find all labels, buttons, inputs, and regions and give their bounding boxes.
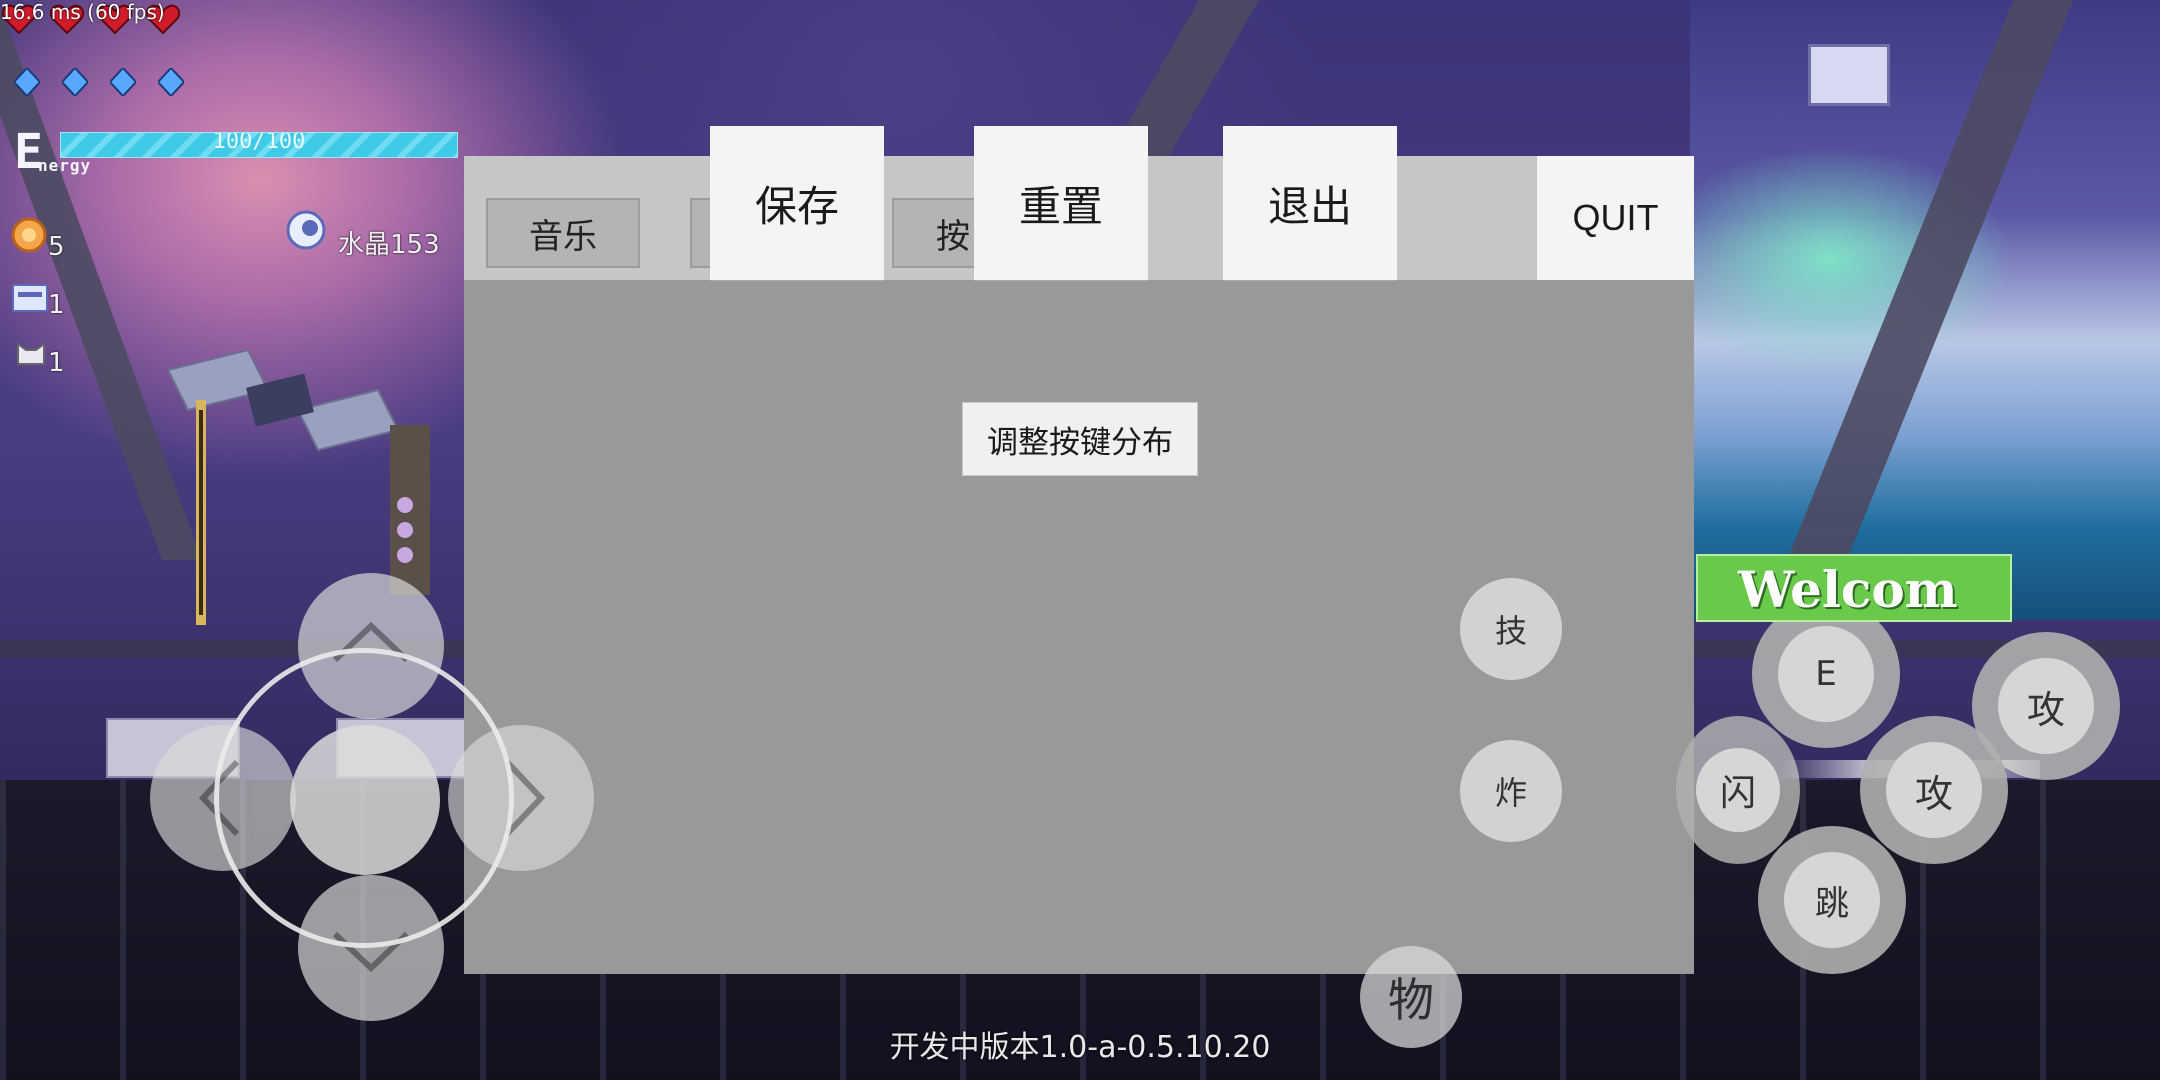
attack-secondary-label: 攻 [2026,687,2065,732]
attack-label: 攻 [1914,771,1953,816]
save-button[interactable]: 保存 [710,126,884,280]
version-label: 开发中版本1.0-a-0.5.10.20 [889,1030,1271,1065]
skill-button-label: 技 [1494,612,1527,650]
energy-label-word: nergy [38,156,92,175]
golden-sword-icon [196,400,206,625]
gold-coin-icon [11,217,47,253]
crystal-count: 水晶153 [338,230,440,260]
game-screen: 16.6 ms (60 fps) E nergy 100/100 5 水晶153… [0,0,2160,1080]
exit-button[interactable]: 退出 [1223,126,1397,280]
chip-count: 1 [48,290,65,320]
cannon-weapon-icon [390,425,430,595]
energy-value: 100/100 [212,132,306,154]
e-button-label: E [1815,654,1837,694]
jump-label: 跳 [1815,883,1849,924]
fps-counter: 16.6 ms (60 fps) [0,0,165,24]
welcome-sign: Welcom [1696,554,2012,622]
shield-icon [14,68,40,96]
energy-bar: 100/100 [60,132,458,158]
e-button-core: E [1778,626,1874,722]
reset-button[interactable]: 重置 [974,126,1148,280]
attack-button[interactable]: 攻 [1860,716,2008,864]
jump-core: 跳 [1784,852,1880,948]
chip-icon [12,284,48,312]
attack-secondary-core: 攻 [1998,658,2094,754]
crystal-icon [286,210,326,250]
dodge-button[interactable]: 闪 [1676,716,1800,864]
shield-icon [62,68,88,96]
dodge-label: 闪 [1719,773,1756,814]
bomb-button-label: 炸 [1494,774,1527,812]
bomb-button[interactable]: 炸 [1460,740,1562,842]
dodge-core: 闪 [1696,748,1780,832]
e-button[interactable]: E [1752,600,1900,748]
joystick-knob[interactable] [290,725,440,875]
shield-icon [110,68,136,96]
jump-button[interactable]: 跳 [1758,826,1906,974]
attack-core: 攻 [1886,742,1982,838]
tab-keys-label: 按 [936,216,970,257]
terminal-sign [1808,44,1890,106]
tab-music[interactable]: 音乐 [486,198,640,268]
armor-shields [14,68,184,96]
cat-head-icon [17,342,45,365]
item-button-label: 物 [1388,973,1434,1027]
quit-button[interactable]: QUIT [1537,156,1694,280]
gold-count: 5 [48,232,65,262]
skill-button[interactable]: 技 [1460,578,1562,680]
tab-keys[interactable]: 按 [892,198,982,268]
cat-count: 1 [48,348,65,378]
shield-icon [158,68,184,96]
adjust-layout-button[interactable]: 调整按键分布 [962,402,1198,476]
tab-music-label: 音乐 [529,216,597,257]
